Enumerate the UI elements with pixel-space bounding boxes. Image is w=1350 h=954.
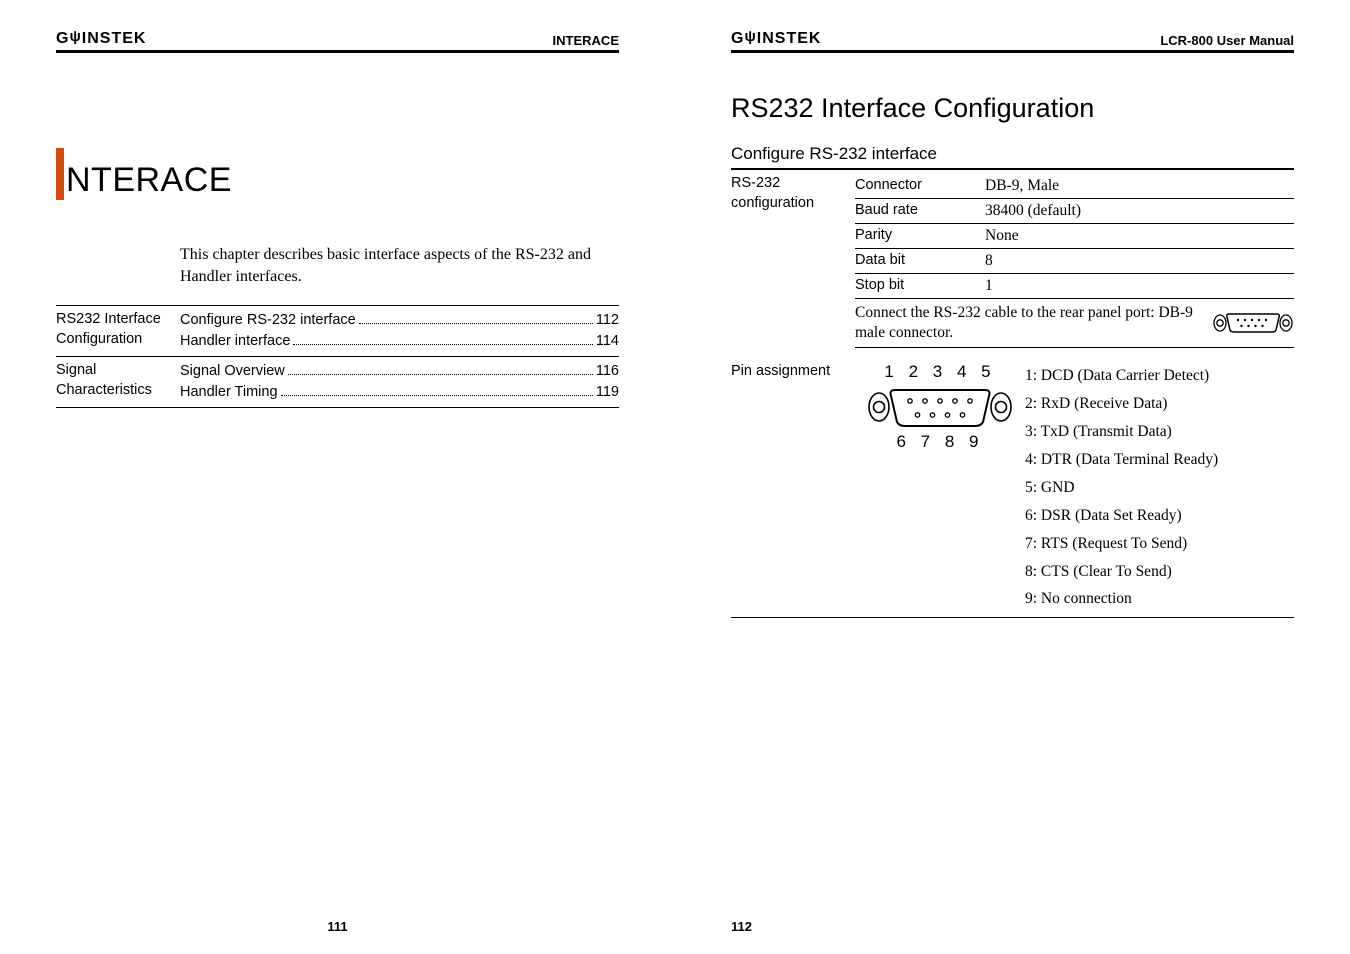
pin-assignment-block: Pin assignment 1 2 3 4 5 — [731, 362, 1294, 618]
toc-section-label: Signal Characteristics — [56, 361, 180, 403]
toc-entries: Signal Overview 116 Handler Timing 119 — [180, 361, 619, 403]
pin-numbers-top: 1 2 3 4 5 — [855, 362, 1025, 382]
brand-logo: GψINSTEK — [731, 30, 821, 48]
brand-logo: GψINSTEK — [56, 30, 146, 48]
header-row: GψINSTEK LCR-800 User Manual — [731, 30, 1294, 53]
toc-entries: Configure RS-232 interface 112 Handler i… — [180, 310, 619, 352]
toc-entry-title: Handler interface — [180, 331, 290, 352]
toc-section: Signal Characteristics Signal Overview 1… — [56, 356, 619, 408]
spec-key: Baud rate — [855, 202, 985, 220]
chapter-heading: NTERACE — [56, 148, 619, 200]
spec-row: Connector DB-9, Male — [855, 174, 1294, 199]
pin-item: 9: No connection — [1025, 585, 1294, 613]
pin-item: 7: RTS (Request To Send) — [1025, 530, 1294, 558]
subsection-heading: Configure RS-232 interface — [731, 144, 1294, 170]
toc-entry-page: 116 — [596, 361, 619, 382]
spec-row: Data bit 8 — [855, 249, 1294, 274]
block-label: Pin assignment — [731, 362, 855, 613]
pin-numbers-bottom: 6 7 8 9 — [855, 432, 1025, 452]
spec-value: None — [985, 227, 1294, 245]
page-number: 112 — [731, 919, 1294, 934]
chapter-intro: This chapter describes basic interface a… — [180, 244, 619, 287]
cable-row: Connect the RS-232 cable to the rear pan… — [855, 299, 1294, 348]
pin-item: 3: TxD (Transmit Data) — [1025, 418, 1294, 446]
toc-entry-page: 119 — [596, 382, 619, 403]
page-number: 111 — [56, 919, 619, 934]
pin-item: 2: RxD (Receive Data) — [1025, 390, 1294, 418]
spec-row: Parity None — [855, 224, 1294, 249]
spec-value: 8 — [985, 252, 1294, 270]
pin-item: 5: GND — [1025, 474, 1294, 502]
toc-section: RS232 Interface Configuration Configure … — [56, 305, 619, 356]
toc-entry-page: 112 — [596, 310, 619, 331]
spec-value: 38400 (default) — [985, 202, 1294, 220]
page-left: GψINSTEK INTERACE NTERACE This chapter d… — [0, 0, 675, 954]
rs232-config-block: RS-232 configuration Connector DB-9, Mal… — [731, 174, 1294, 348]
spec-key: Parity — [855, 227, 985, 245]
toc-section-label: RS232 Interface Configuration — [56, 310, 180, 352]
header-manual-title: LCR-800 User Manual — [1160, 33, 1294, 48]
page-right: GψINSTEK LCR-800 User Manual RS232 Inter… — [675, 0, 1350, 954]
header-row: GψINSTEK INTERACE — [56, 30, 619, 53]
spec-value: 1 — [985, 277, 1294, 295]
chapter-title: NTERACE — [66, 161, 232, 200]
pin-item: 6: DSR (Data Set Ready) — [1025, 502, 1294, 530]
db9-figure: 1 2 3 4 5 — [855, 362, 1025, 613]
toc-leader-dots — [288, 362, 593, 375]
toc-leader-dots — [281, 383, 593, 396]
spec-row: Baud rate 38400 (default) — [855, 199, 1294, 224]
spec-key: Stop bit — [855, 277, 985, 295]
toc-entry: Signal Overview 116 — [180, 361, 619, 382]
toc-entry-page: 114 — [596, 331, 619, 352]
pin-item: 1: DCD (Data Carrier Detect) — [1025, 362, 1294, 390]
db9-large-icon — [855, 384, 1025, 430]
chapter-accent-bar — [56, 148, 64, 200]
toc-entry-title: Handler Timing — [180, 382, 278, 403]
spec-value: DB-9, Male — [985, 177, 1294, 195]
header-section: INTERACE — [553, 33, 619, 48]
toc-entry-title: Signal Overview — [180, 361, 285, 382]
spec-row: Stop bit 1 — [855, 274, 1294, 299]
db9-small-icon — [1212, 310, 1294, 336]
pin-item: 8: CTS (Clear To Send) — [1025, 558, 1294, 586]
toc-leader-dots — [359, 311, 593, 324]
cable-instruction: Connect the RS-232 cable to the rear pan… — [855, 303, 1212, 343]
pin-item: 4: DTR (Data Terminal Ready) — [1025, 446, 1294, 474]
spec-key: Connector — [855, 177, 985, 195]
section-heading: RS232 Interface Configuration — [731, 93, 1294, 124]
toc-entry-title: Configure RS-232 interface — [180, 310, 356, 331]
block-label: RS-232 configuration — [731, 174, 855, 348]
pin-list: 1: DCD (Data Carrier Detect) 2: RxD (Rec… — [1025, 362, 1294, 613]
spec-key: Data bit — [855, 252, 985, 270]
table-of-contents: RS232 Interface Configuration Configure … — [56, 305, 619, 408]
toc-entry: Handler Timing 119 — [180, 382, 619, 403]
toc-leader-dots — [293, 332, 592, 345]
toc-entry: Configure RS-232 interface 112 — [180, 310, 619, 331]
spec-grid: Connector DB-9, Male Baud rate 38400 (de… — [855, 174, 1294, 348]
toc-entry: Handler interface 114 — [180, 331, 619, 352]
